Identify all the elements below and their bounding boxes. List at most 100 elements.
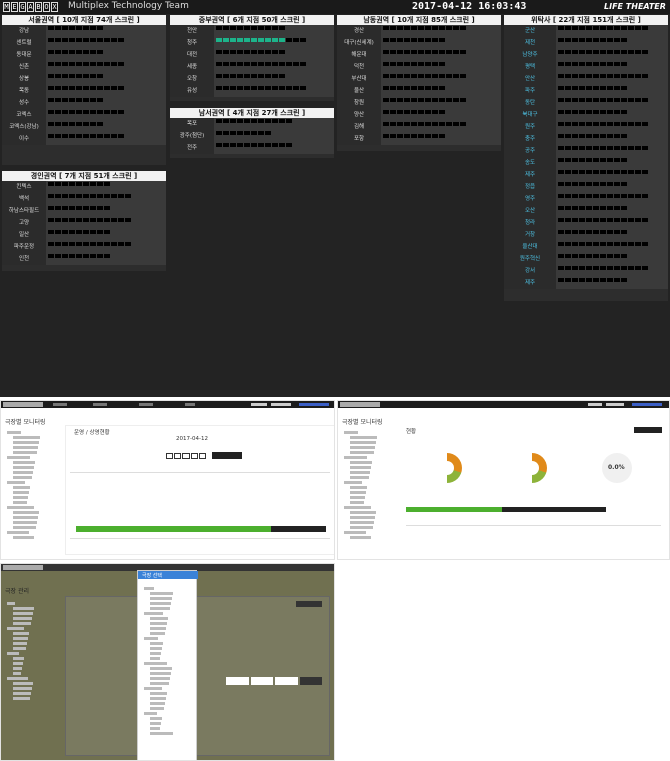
tree-item[interactable] xyxy=(350,526,373,529)
tree-item[interactable] xyxy=(144,662,167,665)
theater-row[interactable]: 세종 xyxy=(170,60,334,73)
theater-tree[interactable] xyxy=(344,429,384,541)
nav-item[interactable] xyxy=(139,403,153,406)
tree-item[interactable] xyxy=(13,536,34,539)
theater-row[interactable]: 상봉 xyxy=(2,72,166,85)
theater-tree[interactable] xyxy=(7,429,47,541)
theater-row[interactable]: 창원 xyxy=(337,96,501,109)
tree-item[interactable] xyxy=(13,461,35,464)
tree-item[interactable] xyxy=(150,717,162,720)
nav-button[interactable] xyxy=(606,403,624,406)
modal-tree[interactable] xyxy=(144,585,190,737)
theater-row[interactable]: 원주 xyxy=(504,120,668,133)
nav-item[interactable] xyxy=(53,403,67,406)
tree-item[interactable] xyxy=(344,481,362,484)
theater-row[interactable]: 안산 xyxy=(504,72,668,85)
theater-row[interactable]: 광주(첨단) xyxy=(170,129,334,142)
theater-row[interactable]: 제주 xyxy=(504,168,668,181)
tree-item[interactable] xyxy=(350,501,364,504)
tree-item[interactable] xyxy=(150,627,166,630)
tree-item[interactable] xyxy=(344,531,366,534)
tree-item[interactable] xyxy=(13,697,30,700)
theater-row[interactable]: 해운대 xyxy=(337,48,501,61)
tree-item[interactable] xyxy=(350,491,366,494)
tree-item[interactable] xyxy=(150,732,173,735)
tree-item[interactable] xyxy=(350,461,372,464)
tree-item[interactable] xyxy=(150,597,172,600)
theater-row[interactable]: 유성 xyxy=(170,84,334,97)
theater-row[interactable]: 강남 xyxy=(2,24,166,37)
tree-item[interactable] xyxy=(350,521,374,524)
tree-item[interactable] xyxy=(344,431,358,434)
tree-item[interactable] xyxy=(150,672,171,675)
tree-item[interactable] xyxy=(350,446,375,449)
theater-row[interactable]: 영주 xyxy=(504,192,668,205)
theater-row[interactable]: 천안 xyxy=(170,24,334,37)
tree-item[interactable] xyxy=(13,617,32,620)
tree-item[interactable] xyxy=(13,682,33,685)
tree-item[interactable] xyxy=(150,667,172,670)
theater-row[interactable]: 파주 xyxy=(504,84,668,97)
tree-item[interactable] xyxy=(150,682,169,685)
theater-row[interactable]: 청주 xyxy=(170,36,334,49)
tree-item[interactable] xyxy=(350,436,377,439)
tree-item[interactable] xyxy=(13,446,38,449)
tree-item[interactable] xyxy=(13,622,31,625)
tree-item[interactable] xyxy=(13,441,39,444)
apply-button[interactable] xyxy=(212,452,242,459)
tree-item[interactable] xyxy=(350,476,369,479)
tree-item[interactable] xyxy=(350,496,365,499)
theater-row[interactable]: 북대구 xyxy=(504,108,668,121)
tree-item[interactable] xyxy=(13,451,37,454)
nav-button[interactable] xyxy=(271,403,291,406)
tree-item[interactable] xyxy=(13,476,32,479)
theater-row[interactable]: 거창 xyxy=(504,228,668,241)
tree-item[interactable] xyxy=(150,622,167,625)
tree-item[interactable] xyxy=(150,632,165,635)
tree-item[interactable] xyxy=(7,481,25,484)
tree-item[interactable] xyxy=(150,727,160,730)
tab-group[interactable] xyxy=(226,677,322,685)
tree-item[interactable] xyxy=(13,607,34,610)
tree-item[interactable] xyxy=(7,627,24,630)
tree-item[interactable] xyxy=(13,687,32,690)
theater-row[interactable]: 고양 xyxy=(2,216,166,229)
tree-item[interactable] xyxy=(7,431,21,434)
tree-item[interactable] xyxy=(150,617,168,620)
theater-row[interactable]: 김해 xyxy=(337,120,501,133)
tree-item[interactable] xyxy=(150,677,170,680)
theater-row[interactable]: 정읍 xyxy=(504,180,668,193)
theater-row[interactable]: 이수 xyxy=(2,132,166,145)
tree-item[interactable] xyxy=(150,702,165,705)
theater-row[interactable]: 목포 xyxy=(170,117,334,130)
tree-item[interactable] xyxy=(150,652,161,655)
tree-item[interactable] xyxy=(150,647,162,650)
tree-item[interactable] xyxy=(7,456,30,459)
tree-item[interactable] xyxy=(13,672,21,675)
tree-item[interactable] xyxy=(350,471,370,474)
tree-item[interactable] xyxy=(350,536,371,539)
theater-row[interactable]: 남양주 xyxy=(504,48,668,61)
tree-item[interactable] xyxy=(144,687,162,690)
theater-row[interactable]: 전주 xyxy=(170,141,334,154)
theater-row[interactable]: 일산 xyxy=(2,228,166,241)
theater-row[interactable]: 오창 xyxy=(170,72,334,85)
tree-item[interactable] xyxy=(350,441,376,444)
tree-item[interactable] xyxy=(150,642,163,645)
tree-item[interactable] xyxy=(350,486,367,489)
tree-item[interactable] xyxy=(13,637,28,640)
theater-row[interactable]: 제주 xyxy=(504,276,668,289)
theater-row[interactable]: 신촌 xyxy=(2,60,166,73)
nav-button[interactable] xyxy=(632,403,662,406)
tree-item[interactable] xyxy=(13,436,40,439)
tree-item[interactable] xyxy=(150,722,161,725)
tree-item[interactable] xyxy=(7,652,19,655)
tree-item[interactable] xyxy=(13,632,29,635)
theater-row[interactable]: 성수 xyxy=(2,96,166,109)
tree-item[interactable] xyxy=(144,637,158,640)
theater-row[interactable]: 파주운정 xyxy=(2,240,166,253)
tree-item[interactable] xyxy=(344,506,371,509)
tree-item[interactable] xyxy=(13,466,34,469)
tree-item[interactable] xyxy=(350,466,371,469)
theater-row[interactable]: 제천 xyxy=(504,36,668,49)
